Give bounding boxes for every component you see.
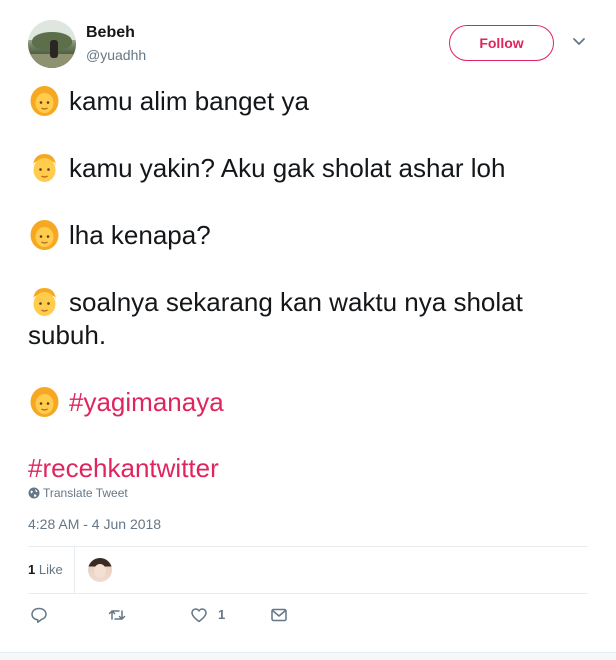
likes-number: 1 [28, 562, 36, 577]
translate-label: Translate Tweet [43, 486, 128, 500]
hashtag-link[interactable]: #recehkantwitter [28, 453, 219, 483]
man-emoji [28, 285, 61, 318]
tweet-line: #recehkantwitter [28, 452, 588, 485]
woman-emoji [28, 385, 61, 418]
chevron-down-icon[interactable] [571, 33, 587, 49]
stats-divider [74, 547, 75, 593]
woman-emoji [28, 218, 61, 251]
man-emoji [28, 151, 61, 184]
follow-button[interactable]: Follow [449, 25, 554, 61]
heart-icon[interactable]: 1 [190, 606, 225, 626]
liker-avatar[interactable] [88, 558, 112, 582]
translate-tweet-link[interactable]: Translate Tweet [28, 486, 128, 500]
tweet-text: kamu alim banget ya kamu yakin? Aku gak … [28, 84, 588, 485]
hashtag-link[interactable]: #yagimanaya [69, 387, 224, 417]
retweet-icon[interactable] [108, 606, 126, 626]
author-avatar[interactable] [28, 20, 76, 68]
tweet-line-text: kamu alim banget ya [69, 86, 309, 116]
tweet-line-text: kamu yakin? Aku gak sholat ashar loh [69, 153, 506, 183]
author-display-name[interactable]: Bebeh [86, 24, 135, 42]
envelope-icon[interactable] [270, 606, 288, 626]
tweet-line: #yagimanaya [28, 385, 588, 419]
author-handle[interactable]: @yuadhh [86, 47, 146, 63]
likes-label: Like [38, 562, 63, 577]
likes-count[interactable]: 1 Like [28, 562, 63, 577]
tweet-line: kamu alim banget ya [28, 84, 588, 118]
like-count: 1 [218, 607, 226, 622]
woman-emoji [28, 84, 61, 117]
tweet-header: Bebeh @yuadhh Follow [28, 20, 598, 72]
globe-icon [28, 487, 40, 499]
tweet-line: kamu yakin? Aku gak sholat ashar loh [28, 151, 588, 185]
tweet-card: Bebeh @yuadhh Follow kamu alim banget ya… [0, 0, 616, 660]
tweet-line-text: lha kenapa? [69, 220, 211, 250]
reply-icon[interactable] [30, 606, 48, 626]
tweet-stats: 1 Like [28, 546, 588, 594]
tweet-actions: 1 [28, 602, 588, 632]
tweet-line: lha kenapa? [28, 218, 588, 252]
tweet-timestamp[interactable]: 4:28 AM - 4 Jun 2018 [28, 516, 161, 532]
bottom-divider [0, 652, 616, 660]
tweet-line: soalnya sekarang kan waktu nya sholat su… [28, 285, 588, 352]
tweet-line-text: soalnya sekarang kan waktu nya sholat su… [28, 287, 523, 350]
